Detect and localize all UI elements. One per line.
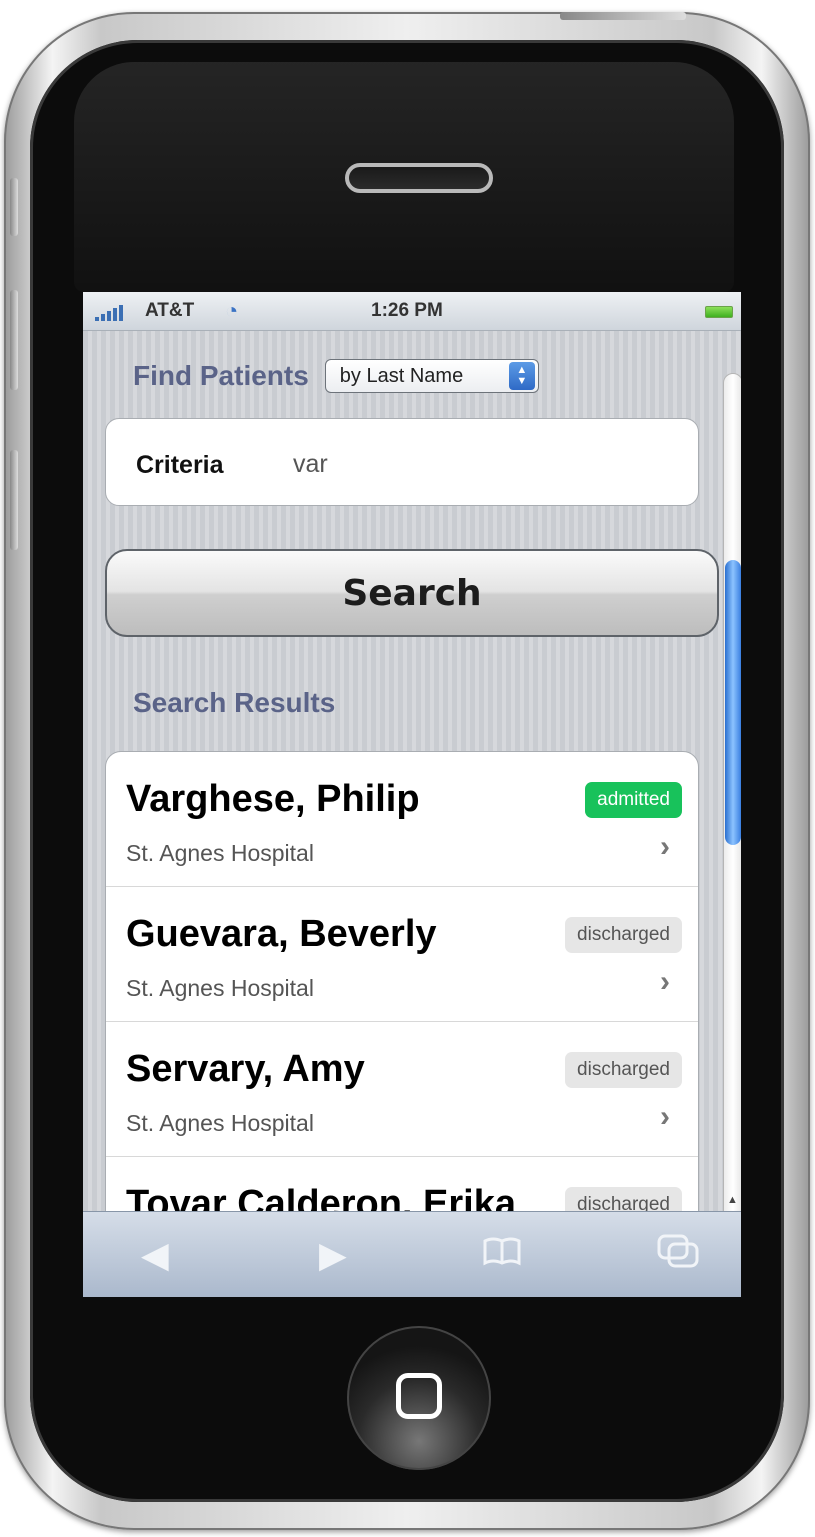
status-badge: discharged: [565, 917, 682, 953]
earpiece-speaker: [345, 163, 493, 193]
volume-up-button: [10, 178, 18, 236]
carrier-name: AT&T: [145, 300, 195, 321]
search-by-select-value: by Last Name: [339, 364, 464, 387]
hospital-name: St. Agnes Hospital: [126, 1110, 314, 1136]
select-arrows-icon: ▲ ▼: [508, 362, 535, 390]
scroll-up-arrow-icon[interactable]: ▲: [727, 1194, 738, 1206]
back-arrow-icon[interactable]: ◀: [141, 1234, 169, 1276]
hospital-name: St. Agnes Hospital: [126, 840, 314, 866]
web-content: Find Patients by Last Name ▲▼ Criteria S…: [83, 331, 741, 1211]
result-row[interactable]: Varghese, Philip admitted St. Agnes Hosp…: [106, 752, 698, 887]
wifi-icon: ◔: [225, 298, 239, 323]
status-bar: AT&T ◔ 1:26 PM: [83, 292, 741, 331]
result-row[interactable]: Servary, Amy discharged St. Agnes Hospit…: [106, 1022, 698, 1157]
volume-button-lower: [10, 450, 18, 550]
search-button[interactable]: Search: [105, 549, 719, 637]
find-patients-row: Find Patients by Last Name ▲ ▼: [133, 359, 539, 393]
status-badge: discharged: [565, 1052, 682, 1088]
forward-arrow-icon[interactable]: ▶: [319, 1234, 347, 1276]
criteria-field-group: Criteria: [105, 418, 699, 506]
hospital-name: St. Agnes Hospital: [126, 975, 314, 1001]
search-by-select[interactable]: by Last Name ▲ ▼: [324, 359, 539, 393]
signal-strength-icon: [95, 305, 123, 321]
patient-name: Guevara, Beverly: [126, 913, 437, 955]
patient-name: Varghese, Philip: [126, 778, 420, 820]
scrollbar-thumb[interactable]: [725, 560, 741, 845]
sleep-button: [560, 12, 686, 20]
patient-name: Servary, Amy: [126, 1048, 365, 1090]
chevron-right-icon: ›: [660, 965, 670, 998]
bookmarks-icon[interactable]: [483, 1234, 521, 1276]
status-badge: admitted: [585, 782, 682, 818]
criteria-input[interactable]: [291, 445, 675, 483]
chevron-right-icon: ›: [660, 1100, 670, 1133]
status-badge: discharged: [565, 1187, 682, 1211]
criteria-label: Criteria: [136, 451, 224, 479]
patient-name: Tovar Calderon, Erika: [126, 1183, 516, 1211]
results-list: Varghese, Philip admitted St. Agnes Hosp…: [105, 751, 699, 1211]
find-patients-title: Find Patients: [133, 360, 309, 391]
screen: AT&T ◔ 1:26 PM Find Patients by Last Nam…: [83, 292, 741, 1297]
status-time: 1:26 PM: [371, 300, 443, 321]
chevron-right-icon: ›: [660, 830, 670, 863]
browser-toolbar: ◀ ▶: [83, 1211, 741, 1297]
scrollbar[interactable]: ▲ ▼: [723, 373, 741, 1211]
result-row[interactable]: Tovar Calderon, Erika discharged: [106, 1157, 698, 1211]
search-results-title: Search Results: [133, 687, 336, 718]
home-button[interactable]: [347, 1326, 491, 1470]
result-row[interactable]: Guevara, Beverly discharged St. Agnes Ho…: [106, 887, 698, 1022]
volume-down-button: [10, 290, 18, 390]
pages-icon[interactable]: [657, 1234, 701, 1277]
battery-icon: [705, 306, 733, 318]
home-square-icon: [396, 1373, 442, 1419]
